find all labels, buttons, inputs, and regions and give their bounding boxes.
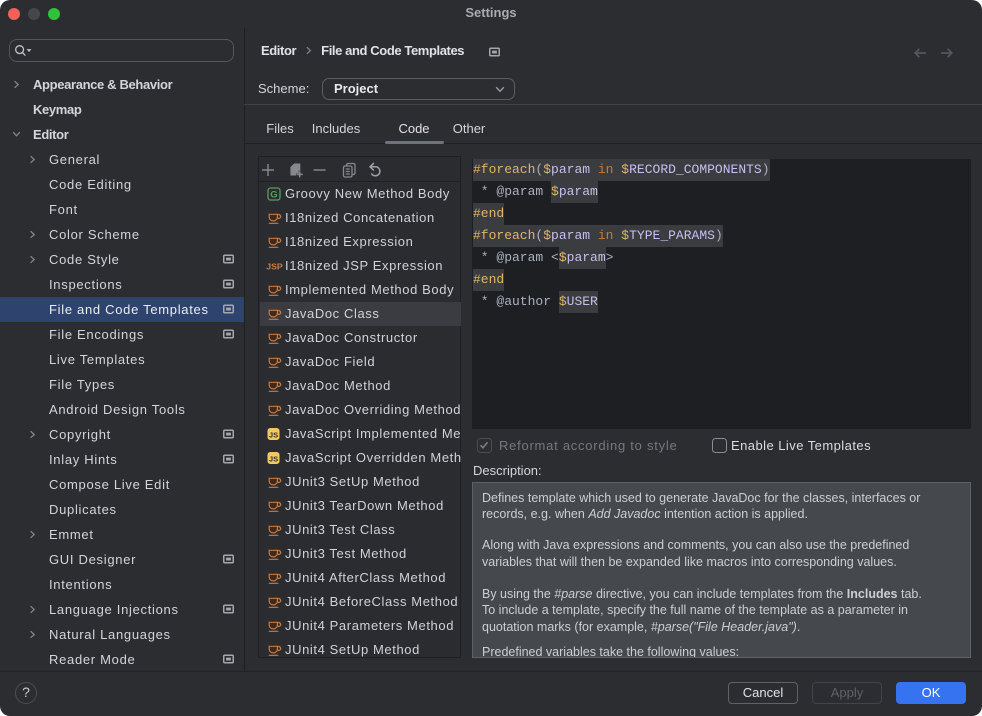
svg-text:JS: JS bbox=[269, 454, 278, 463]
svg-text:JSP: JSP bbox=[266, 262, 283, 272]
svg-text:JS: JS bbox=[269, 430, 278, 439]
svg-text:G: G bbox=[270, 190, 277, 201]
